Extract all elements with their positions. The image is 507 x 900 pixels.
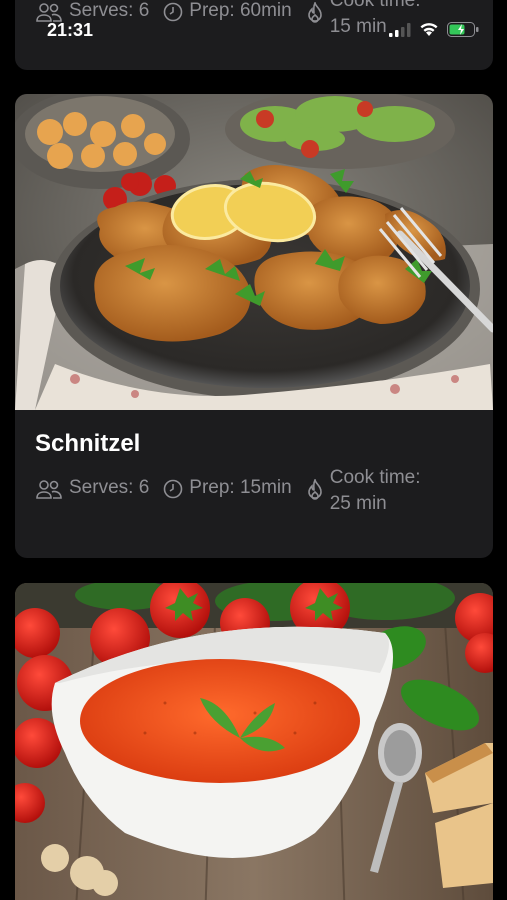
people-icon	[36, 480, 62, 499]
status-time: 21:31	[47, 20, 94, 40]
recipe-meta: Serves: 6 Prep: 15min Cook time: 25 min	[35, 467, 473, 517]
recipe-card-schnitzel[interactable]: Schnitzel Serves: 6 Prep: 15min Cook tim…	[15, 94, 493, 558]
wifi-icon	[420, 23, 438, 36]
recipe-card-tomato-soup[interactable]	[15, 583, 493, 900]
status-icons	[381, 22, 479, 37]
prep-info: Prep: 15min	[163, 477, 292, 499]
prep-text: Prep: 15min	[189, 477, 292, 498]
cook-text: Cook time: 25 min	[329, 467, 421, 514]
clock-icon	[163, 479, 183, 499]
recipe-title: Schnitzel	[35, 430, 141, 457]
status-bar: 21:31	[0, 0, 507, 48]
serves-info: Serves: 6	[35, 477, 149, 499]
serves-text: Serves: 6	[69, 477, 150, 498]
flame-icon	[307, 479, 322, 500]
cook-info: Cook time: 25 min	[306, 465, 440, 517]
schnitzel-photo	[15, 94, 493, 410]
signal-icon	[389, 22, 411, 37]
battery-icon	[447, 22, 479, 37]
tomato-soup-photo	[15, 583, 493, 900]
